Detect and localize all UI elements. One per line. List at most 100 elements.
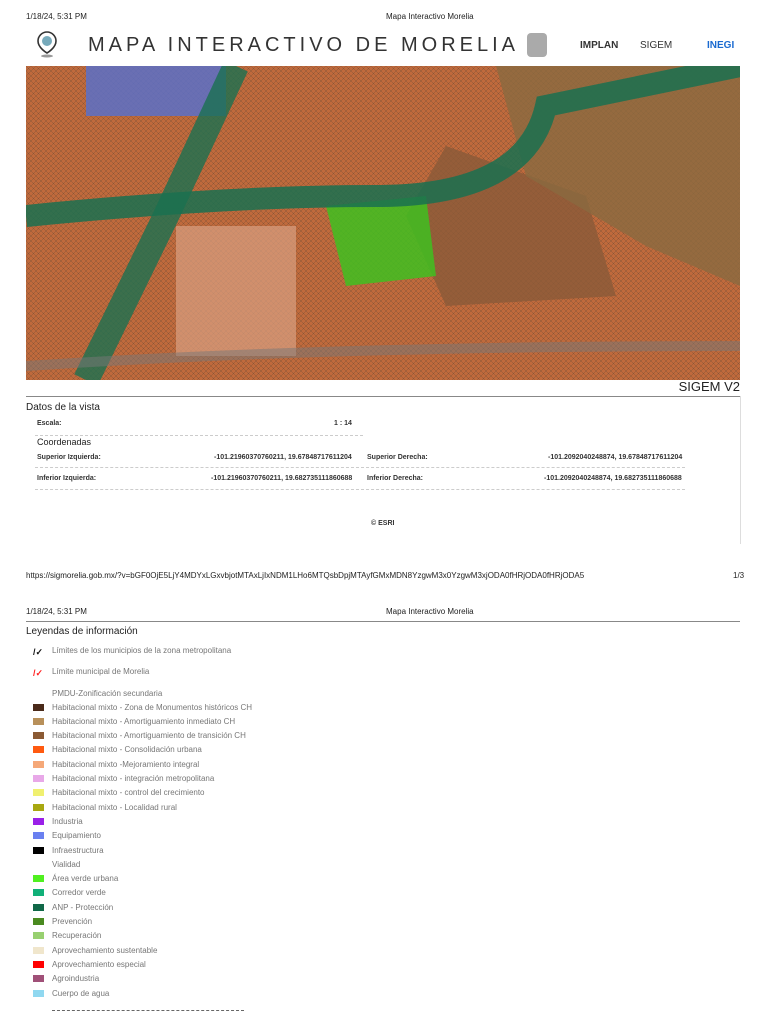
esri-attribution: © ESRI xyxy=(371,520,395,527)
lower-left-value: -101.21960370760211, 19.682735111860688 xyxy=(211,475,353,482)
legend-item: Recuperación xyxy=(33,930,101,942)
legend-label: Agroindustria xyxy=(52,974,100,984)
legend-swatch xyxy=(33,746,44,754)
legend-line-morelia: /✓ Límite municipal de Morelia xyxy=(33,665,150,678)
upper-left-label: Superior Izquierda: xyxy=(37,454,101,461)
legend-label: Límites de los municipios de la zona met… xyxy=(52,645,232,655)
legend-swatch xyxy=(33,975,44,983)
legend-item: Habitacional mixto - Consolidación urban… xyxy=(33,744,202,756)
legend-label: Habitacional mixto -Mejoramiento integra… xyxy=(52,759,200,769)
legend-item: Aprovechamiento sustentable xyxy=(33,944,157,956)
legend-label: Habitacional mixto - Localidad rural xyxy=(52,802,177,812)
legend-label: Habitacional mixto - Amortiguamiento inm… xyxy=(52,716,236,726)
legend-label: ANP - Protección xyxy=(52,902,114,912)
lower-left-label: Inferior Izquierda: xyxy=(37,475,97,482)
legend-label: Habitacional mixto - control del crecimi… xyxy=(52,788,205,798)
legend-item: Habitacional mixto -Mejoramiento integra… xyxy=(33,758,199,770)
legend-item: Vialidad xyxy=(33,858,80,870)
legend-swatch xyxy=(33,960,44,968)
legend-item: Agroindustria xyxy=(33,973,99,985)
legend-swatch xyxy=(33,903,44,911)
legend-swatch xyxy=(33,760,44,768)
page-number: 1/3 xyxy=(733,571,745,580)
legend-swatch xyxy=(33,989,44,997)
app-title: MAPA INTERACTIVO DE MORELIA xyxy=(88,34,520,56)
legend-label: Recuperación xyxy=(52,931,102,941)
map-view[interactable] xyxy=(26,66,740,380)
legend-swatch xyxy=(33,918,44,925)
legend-item: Infraestructura xyxy=(33,844,104,856)
legend-swatch xyxy=(33,889,44,897)
sigem-logo: SIGEM xyxy=(640,40,673,51)
legend-label: Equipamiento xyxy=(52,831,101,841)
legend-line-metropolitan: /✓ Límites de los municipios de la zona m… xyxy=(33,644,232,657)
line-symbol-icon: /✓ xyxy=(33,667,44,678)
legend-label: Habitacional mixto - Amortiguamiento de … xyxy=(52,731,246,741)
legend-label: Habitacional mixto - integración metropo… xyxy=(52,774,215,783)
legend-item: Habitacional mixto - Zona de Monumentos … xyxy=(33,701,252,713)
legend-swatch xyxy=(33,875,44,883)
legend-item: Industria xyxy=(33,815,83,827)
legend-group-title: PMDU-Zonificación secundaria xyxy=(52,688,163,698)
legend-divider xyxy=(52,1010,244,1011)
legend-item: Corredor verde xyxy=(33,887,106,899)
legend-item: Prevención xyxy=(33,916,92,928)
legend-label: Habitacional mixto - Zona de Monumentos … xyxy=(52,702,253,712)
print-datetime: 1/18/24, 5:31 PM xyxy=(26,12,87,21)
legend-item: Habitacional mixto - Amortiguamiento inm… xyxy=(33,715,235,727)
legend-label: Aprovechamiento sustentable xyxy=(52,945,158,955)
legend-label: Corredor verde xyxy=(52,888,106,898)
lower-right-value: -101.2092040248874, 19.682735111860688 xyxy=(544,475,682,482)
map-canvas[interactable] xyxy=(26,66,740,380)
line-symbol-icon: /✓ xyxy=(33,646,44,657)
legend-item: Habitacional mixto - control del crecimi… xyxy=(33,787,205,799)
legend-item: Cuerpo de agua xyxy=(33,987,109,999)
legend-swatch xyxy=(33,946,44,954)
scale-label: Escala: xyxy=(37,420,62,427)
map-pin-logo-icon xyxy=(37,31,57,58)
coat-of-arms-logo xyxy=(527,33,547,57)
legend-swatch xyxy=(33,817,44,825)
coords-title: Coordenadas xyxy=(37,437,92,447)
legend-swatch xyxy=(33,832,44,840)
legend-label: Habitacional mixto - Consolidación urban… xyxy=(52,745,202,755)
print-doc-title-p2: Mapa Interactivo Morelia xyxy=(386,607,474,616)
legend-label: Prevención xyxy=(52,917,93,926)
legend-label: Área verde urbana xyxy=(52,874,119,884)
upper-left-value: -101.21960370760211, 19.67848717611204 xyxy=(214,454,352,461)
legend-item: Habitacional mixto - integración metropo… xyxy=(33,773,214,785)
page-url: https://sigmorelia.gob.mx/?v=bGF0OjE5LjY… xyxy=(26,571,585,580)
lower-right-label: Inferior Derecha: xyxy=(367,475,424,482)
upper-right-label: Superior Derecha: xyxy=(367,454,428,461)
upper-right-value: -101.2092040248874, 19.67848717611204 xyxy=(548,454,683,461)
legend-item: Área verde urbana xyxy=(33,873,118,885)
legend-swatch xyxy=(33,732,44,740)
legend-item: Habitacional mixto - Amortiguamiento de … xyxy=(33,730,246,742)
legend-swatch xyxy=(33,775,44,782)
legend-item: Equipamiento xyxy=(33,830,101,842)
implan-logo: IMPLAN xyxy=(580,40,619,51)
legend-label: Vialidad xyxy=(52,859,81,869)
legend-item: Aprovechamiento especial xyxy=(33,958,146,970)
legend-item: Habitacional mixto - Localidad rural xyxy=(33,801,177,813)
legend-swatch xyxy=(33,860,44,868)
legend-item: ANP - Protección xyxy=(33,901,113,913)
view-data-title: Datos de la vista xyxy=(26,402,100,413)
legend-swatch xyxy=(33,789,44,797)
legend-swatch xyxy=(33,717,44,725)
legend-swatch xyxy=(33,846,44,854)
legend-swatch xyxy=(33,703,44,711)
legend-label: Cuerpo de agua xyxy=(52,988,110,998)
legend-swatch xyxy=(33,932,44,940)
scale-value: 1 : 14 xyxy=(334,420,352,427)
version-label: SIGEM V2 xyxy=(678,379,740,394)
legend-label: Aprovechamiento especial xyxy=(52,959,146,969)
print-doc-title: Mapa Interactivo Morelia xyxy=(386,12,474,21)
legend-label: Límite municipal de Morelia xyxy=(52,666,150,676)
legend-title: Leyendas de información xyxy=(26,626,138,637)
legend-label: Infraestructura xyxy=(52,845,104,855)
legend-swatch xyxy=(33,803,44,811)
print-datetime-p2: 1/18/24, 5:31 PM xyxy=(26,607,87,616)
legend-label: Industria xyxy=(52,816,83,826)
inegi-logo: INEGI xyxy=(707,40,735,51)
